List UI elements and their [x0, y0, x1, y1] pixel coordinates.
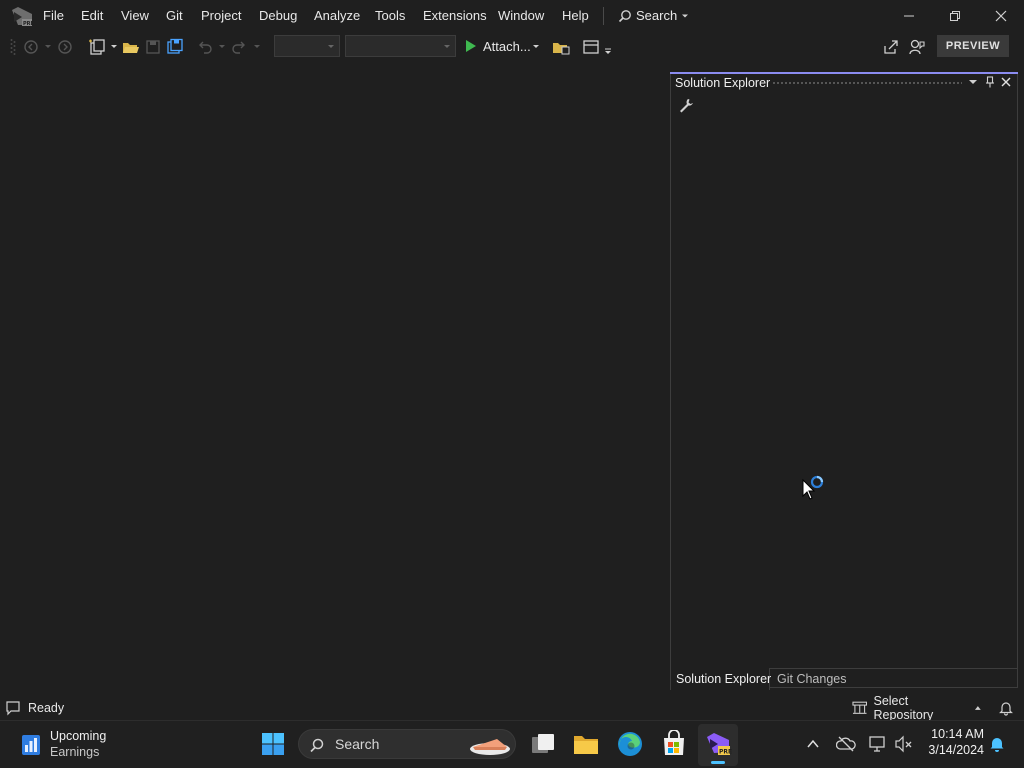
chevron-down-icon[interactable]	[532, 44, 540, 50]
search-icon	[310, 738, 324, 753]
solution-configuration-combo[interactable]	[274, 35, 340, 57]
select-repository-button[interactable]: Select Repository	[852, 694, 982, 722]
search-highlight-pie-icon	[470, 739, 510, 755]
svg-text:PRE: PRE	[23, 21, 34, 27]
search-icon	[618, 9, 631, 22]
search-menu[interactable]: Search	[618, 8, 689, 23]
attach-label: Attach...	[483, 39, 531, 54]
chevron-up-icon	[975, 706, 982, 710]
feedback-icon[interactable]	[908, 38, 926, 56]
solution-platform-combo[interactable]	[345, 35, 456, 57]
solution-explorer-title: Solution Explorer	[675, 76, 771, 90]
minimize-icon	[904, 15, 914, 17]
clock-time: 10:14 AM	[931, 727, 984, 741]
onedrive-off-icon[interactable]	[836, 735, 856, 753]
redo-icon[interactable]	[230, 38, 248, 56]
repository-icon	[852, 701, 868, 714]
open-folder-icon[interactable]	[122, 38, 140, 56]
status-text: Ready	[28, 701, 65, 715]
visual-studio-logo-icon: PRE	[12, 7, 34, 27]
taskbar-search-label: Search	[335, 736, 380, 752]
tab-git-changes[interactable]: Git Changes	[777, 672, 846, 686]
solution-explorer-panel	[670, 72, 1018, 688]
restore-icon	[950, 11, 960, 21]
save-all-icon[interactable]	[166, 38, 184, 56]
chevron-up-icon[interactable]	[806, 737, 820, 751]
volume-muted-icon[interactable]	[894, 735, 914, 753]
chevron-down-icon	[45, 45, 51, 48]
live-share-icon[interactable]	[882, 38, 900, 56]
menu-analyze[interactable]: Analyze	[314, 8, 360, 23]
panel-drag-grip[interactable]	[772, 81, 962, 86]
chevron-down-icon	[219, 45, 225, 48]
busy-cursor-icon	[802, 475, 824, 500]
chevron-down-icon	[444, 45, 450, 48]
solution-explorer-accent	[670, 72, 1018, 74]
menu-debug[interactable]: Debug	[259, 8, 297, 23]
chevron-down-icon	[682, 14, 689, 17]
microsoft-store-icon[interactable]	[660, 730, 688, 758]
close-panel-icon[interactable]	[1000, 76, 1012, 88]
output-message-icon[interactable]	[5, 700, 21, 716]
active-app-indicator	[711, 761, 725, 764]
panel-options-icon[interactable]	[968, 78, 978, 86]
pin-icon[interactable]	[984, 76, 996, 88]
preview-button[interactable]: PREVIEW	[937, 35, 1009, 57]
layout-icon[interactable]	[582, 38, 600, 56]
visual-studio-preview-icon: PRE	[707, 733, 732, 756]
clock[interactable]: 10:14 AM 3/14/2024	[920, 727, 984, 761]
notification-center-bell-icon[interactable]	[988, 735, 1006, 753]
toolbar-grip-icon	[10, 39, 16, 55]
widget-title: Upcoming	[50, 729, 107, 743]
menu-extensions[interactable]: Extensions	[423, 8, 487, 23]
select-repository-label: Select Repository	[873, 694, 934, 722]
taskbar-search-box[interactable]: Search	[298, 729, 516, 759]
wrench-icon[interactable]	[678, 97, 694, 113]
navigate-forward-icon[interactable]	[56, 38, 74, 56]
menu-tools[interactable]: Tools	[375, 8, 405, 23]
save-icon[interactable]	[144, 38, 162, 56]
menu-file[interactable]: File	[43, 8, 64, 23]
notifications-bell-icon[interactable]	[998, 700, 1014, 716]
menu-help[interactable]: Help	[562, 8, 589, 23]
search-menu-label: Search	[636, 8, 678, 23]
chevron-down-icon	[111, 45, 117, 48]
file-explorer-icon[interactable]	[572, 731, 600, 757]
svg-text:PRE: PRE	[719, 749, 732, 756]
menu-separator	[603, 7, 604, 25]
menu-view[interactable]: View	[121, 8, 149, 23]
clock-date: 3/14/2024	[928, 743, 984, 757]
toolbar-overflow-icon[interactable]	[604, 48, 612, 54]
widget-subtitle: Earnings	[50, 745, 100, 759]
chevron-down-icon	[254, 45, 260, 48]
folder-settings-icon[interactable]	[552, 38, 570, 56]
tab-solution-explorer-label: Solution Explorer	[676, 672, 772, 686]
minimize-button[interactable]	[886, 0, 932, 32]
close-icon	[995, 10, 1007, 22]
edge-browser-icon[interactable]	[616, 730, 644, 758]
task-view-icon[interactable]	[530, 731, 556, 757]
widgets-button[interactable]: Upcoming Earnings	[18, 728, 118, 762]
menu-edit[interactable]: Edit	[81, 8, 103, 23]
undo-icon[interactable]	[196, 38, 214, 56]
windows-start-icon[interactable]	[261, 732, 285, 756]
navigate-back-icon[interactable]	[22, 38, 40, 56]
menu-git[interactable]: Git	[166, 8, 183, 23]
close-window-button[interactable]	[978, 0, 1024, 32]
run-play-icon	[466, 40, 476, 52]
new-project-icon[interactable]	[88, 38, 106, 56]
taskbar-visual-studio-button[interactable]: PRE	[698, 724, 738, 766]
chevron-down-icon	[328, 45, 334, 48]
menu-project[interactable]: Project	[201, 8, 241, 23]
network-icon[interactable]	[868, 735, 888, 753]
menu-window[interactable]: Window	[498, 8, 544, 23]
stock-widget-icon	[22, 735, 40, 755]
restore-button[interactable]	[932, 0, 978, 32]
